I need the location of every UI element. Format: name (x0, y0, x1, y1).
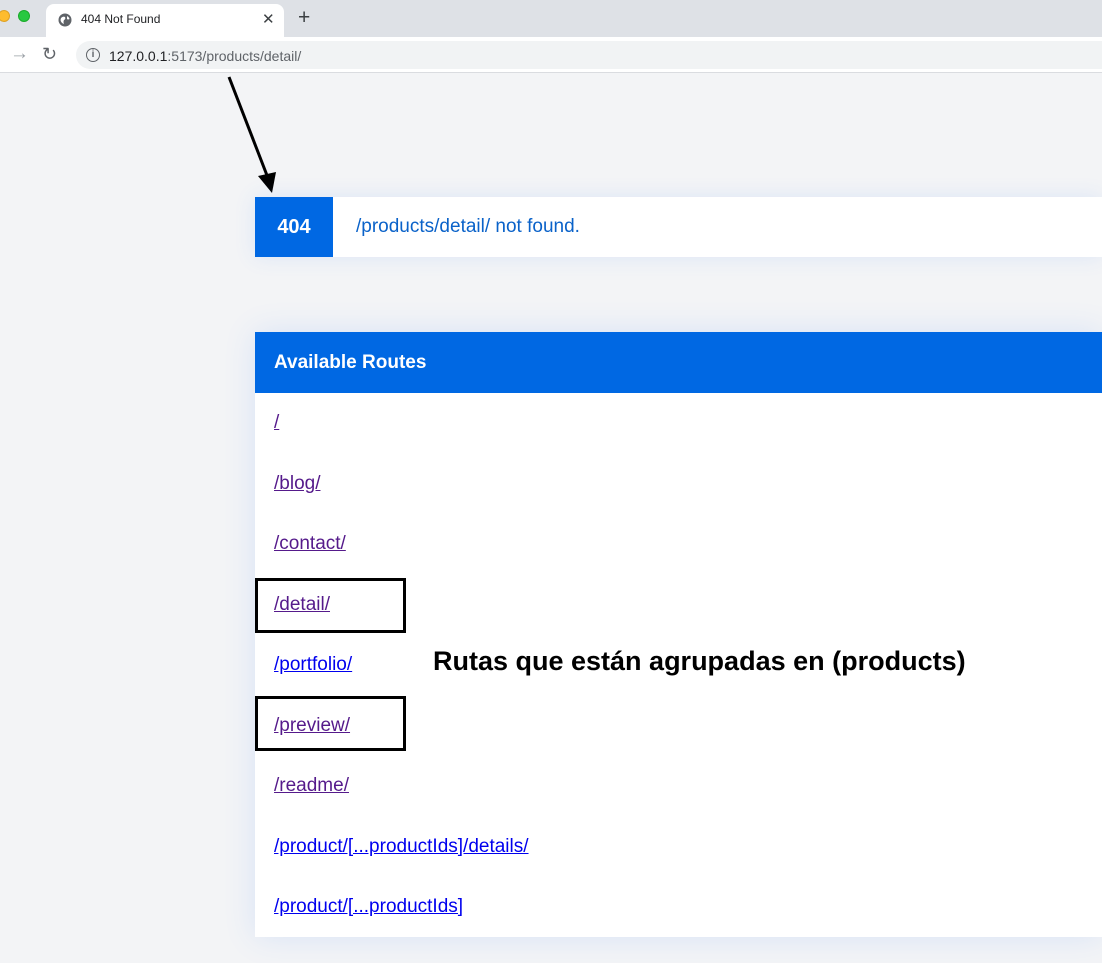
route-link[interactable]: /product/[...productIds]/details/ (274, 836, 529, 858)
routes-heading: Available Routes (255, 332, 1102, 393)
highlight-box-preview (255, 696, 406, 751)
error-banner: 404 /products/detail/ not found. (255, 197, 1102, 257)
route-link[interactable]: / (274, 412, 279, 434)
highlight-box-detail (255, 578, 406, 633)
error-code-badge: 404 (255, 197, 333, 257)
routes-panel: Available Routes / /blog/ /contact/ /det… (255, 332, 1102, 937)
route-link[interactable]: /blog/ (274, 473, 320, 495)
route-link[interactable]: /product/[...productIds] (274, 896, 463, 918)
error-message: /products/detail/ not found. (356, 216, 580, 237)
annotation-text: Rutas que están agrupadas en (products) (433, 646, 966, 676)
route-link[interactable]: /portfolio/ (274, 654, 352, 676)
route-link[interactable]: /contact/ (274, 533, 346, 555)
route-link[interactable]: /readme/ (274, 775, 349, 797)
